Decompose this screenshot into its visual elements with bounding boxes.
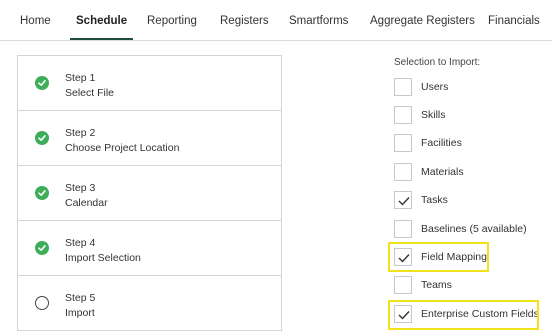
selection-heading: Selection to Import: (394, 57, 481, 68)
option-label: Facilities (421, 137, 462, 149)
check-circle-icon (35, 76, 49, 90)
tab-financials[interactable]: Financials (488, 0, 540, 40)
tab-smartforms[interactable]: Smartforms (289, 0, 348, 40)
step-2[interactable]: Step 2 Choose Project Location (18, 110, 281, 165)
option-users[interactable]: Users (394, 78, 544, 98)
import-wizard: Home Schedule Reporting Registers Smartf… (0, 0, 552, 336)
option-label: Tasks (421, 194, 448, 206)
steps-panel: Step 1 Select File Step 2 Choose Project… (17, 55, 282, 331)
option-baselines[interactable]: Baselines (5 available) (394, 220, 544, 240)
checkbox[interactable] (394, 248, 412, 266)
step-title: Step 5 (65, 292, 96, 304)
option-tasks[interactable]: Tasks (394, 191, 544, 211)
option-label: Enterprise Custom Fields (421, 308, 539, 320)
checkbox[interactable] (394, 276, 412, 294)
check-circle-icon (35, 131, 49, 145)
checkbox[interactable] (394, 220, 412, 238)
checkbox[interactable] (394, 134, 412, 152)
checkbox[interactable] (394, 163, 412, 181)
top-nav: Home Schedule Reporting Registers Smartf… (0, 0, 552, 41)
checkbox[interactable] (394, 106, 412, 124)
step-title: Step 2 (65, 127, 96, 139)
step-title: Step 1 (65, 72, 96, 84)
step-subtitle: Import Selection (65, 252, 141, 264)
step-3[interactable]: Step 3 Calendar (18, 165, 281, 220)
option-label: Teams (421, 279, 452, 291)
tab-aggregate-registers[interactable]: Aggregate Registers (370, 0, 475, 40)
option-label: Materials (421, 166, 464, 178)
option-teams[interactable]: Teams (394, 276, 544, 296)
step-title: Step 4 (65, 237, 96, 249)
option-field-mapping[interactable]: Field Mapping (394, 248, 544, 268)
check-circle-icon (35, 241, 49, 255)
option-label: Skills (421, 109, 446, 121)
option-skills[interactable]: Skills (394, 106, 544, 126)
empty-circle-icon (35, 296, 49, 310)
checkbox[interactable] (394, 305, 412, 323)
checkmark-icon (398, 311, 410, 320)
step-title: Step 3 (65, 182, 96, 194)
step-1[interactable]: Step 1 Select File (18, 56, 281, 110)
option-enterprise-custom-fields[interactable]: Enterprise Custom Fields (394, 305, 544, 325)
option-facilities[interactable]: Facilities (394, 134, 544, 154)
tab-home[interactable]: Home (20, 0, 51, 40)
step-subtitle: Choose Project Location (65, 142, 180, 154)
step-4[interactable]: Step 4 Import Selection (18, 220, 281, 275)
option-label: Baselines (5 available) (421, 223, 527, 235)
step-subtitle: Calendar (65, 197, 108, 209)
option-label: Field Mapping (421, 251, 487, 263)
step-5[interactable]: Step 5 Import (18, 275, 281, 330)
step-subtitle: Select File (65, 87, 115, 99)
checkmark-icon (398, 197, 410, 206)
checkmark-icon (398, 254, 410, 263)
step-subtitle: Import (65, 307, 95, 319)
tab-reporting[interactable]: Reporting (147, 0, 197, 40)
option-label: Users (421, 81, 449, 93)
tab-registers[interactable]: Registers (220, 0, 269, 40)
check-circle-icon (35, 186, 49, 200)
tab-schedule[interactable]: Schedule (69, 0, 134, 40)
checkbox[interactable] (394, 78, 412, 96)
option-materials[interactable]: Materials (394, 163, 544, 183)
checkbox[interactable] (394, 191, 412, 209)
